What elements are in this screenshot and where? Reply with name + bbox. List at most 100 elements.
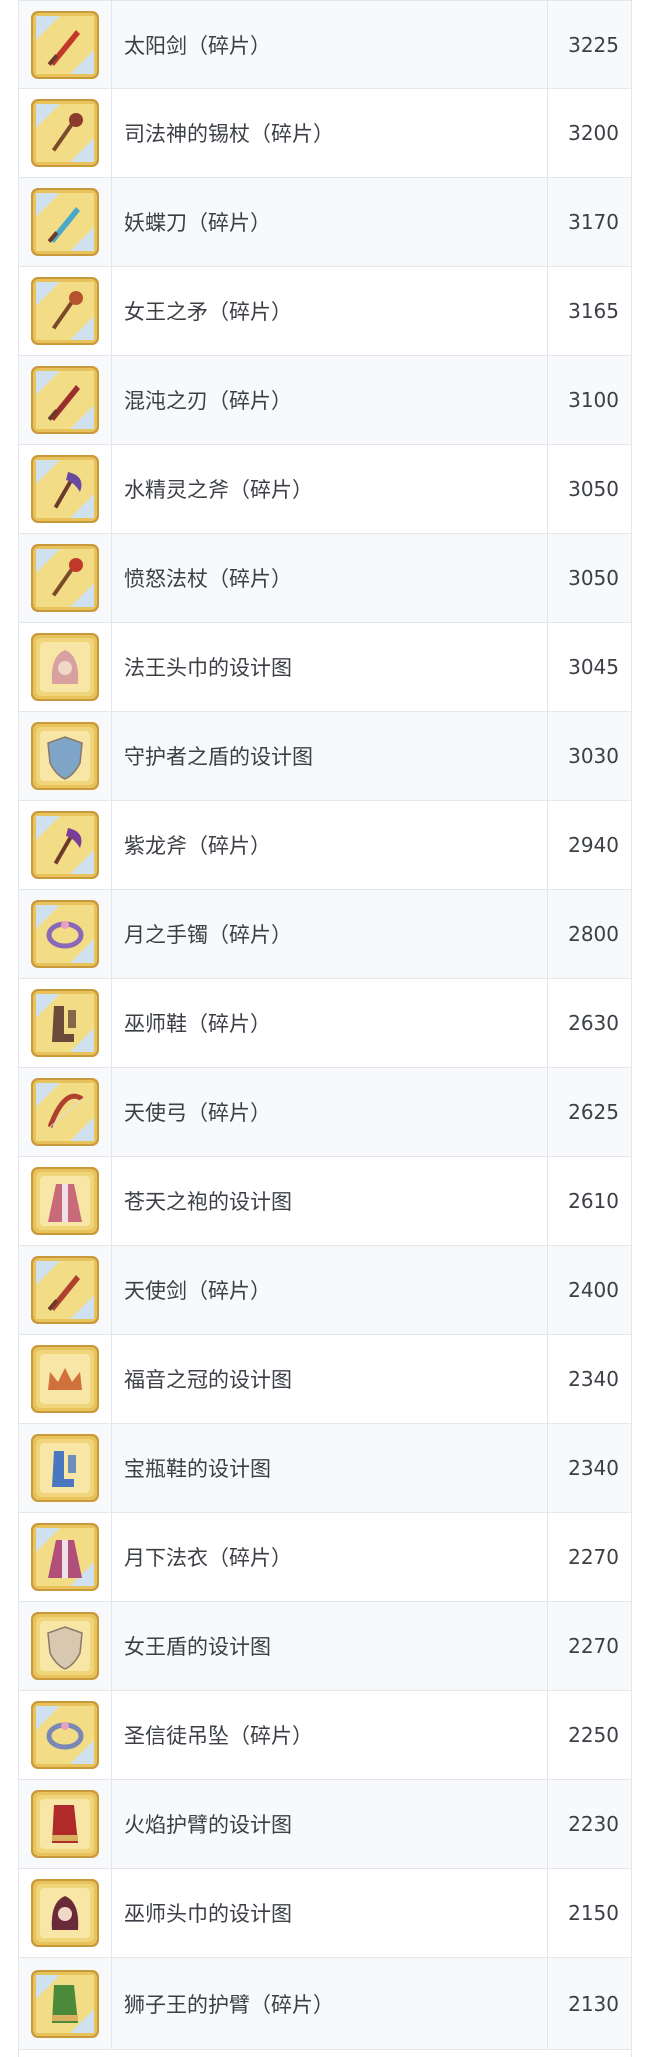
item-icon-cell [19,1513,112,1601]
gauntlet-shard-icon [31,1969,99,2038]
item-name: 天使剑（碎片） [112,1246,548,1334]
spear-shard-icon [31,277,99,345]
item-icon-cell [19,1602,112,1690]
item-value: 2630 [568,1011,619,1035]
robe-shard-icon [31,1523,99,1591]
item-name: 妖蝶刀（碎片） [112,178,548,266]
item-icon-cell [19,1958,112,2049]
bracelet-shard-icon [31,900,99,968]
axe-shard-icon [31,811,99,879]
item-name: 司法神的锡杖（碎片） [112,89,548,177]
item-name: 女王盾的设计图 [112,1602,548,1690]
item-value: 3225 [568,32,619,57]
table-row[interactable]: 圣信徒吊坠（碎片） 2250 [19,1691,631,1780]
item-value: 2150 [568,1901,619,1925]
item-value: 2230 [568,1812,619,1836]
item-icon-cell [19,1691,112,1779]
axe-shard-icon [31,455,99,523]
item-value: 3030 [568,744,619,768]
table-row[interactable]: 妖蝶刀（碎片） 3170 [19,178,631,267]
table-row[interactable]: 天使剑（碎片） 2400 [19,1246,631,1335]
item-value: 2340 [568,1456,619,1480]
item-name: 紫龙斧（碎片） [112,801,548,889]
pendant-shard-icon [31,1701,99,1769]
table-row[interactable]: 法王头巾的设计图 3045 [19,623,631,712]
table-row[interactable]: 守护者之盾的设计图 3030 [19,712,631,801]
scepter-shard-icon [31,99,99,167]
item-name: 天使弓（碎片） [112,1068,548,1156]
item-icon-cell [19,1246,112,1334]
table-row[interactable]: 苍天之袍的设计图 2610 [19,1157,631,1246]
item-value: 2270 [568,1545,619,1569]
item-icon-cell [19,712,112,800]
item-name: 太阳剑（碎片） [112,1,548,88]
item-name: 混沌之刃（碎片） [112,356,548,444]
item-name: 愤怒法杖（碎片） [112,534,548,622]
staff-shard-icon [31,544,99,612]
hood-blueprint-icon [31,1879,99,1947]
item-icon-cell [19,534,112,622]
item-icon-cell [19,890,112,978]
item-icon-cell [19,445,112,533]
item-icon-cell [19,1335,112,1423]
shield-blueprint-icon [31,722,99,790]
item-name: 火焰护臂的设计图 [112,1780,548,1868]
gauntlet-blueprint-icon [31,1790,99,1858]
crown-blueprint-icon [31,1345,99,1413]
item-name: 女王之矛（碎片） [112,267,548,355]
table-row[interactable]: 月下法衣（碎片） 2270 [19,1513,631,1602]
item-value: 2625 [568,1100,619,1124]
table-row[interactable]: 月之手镯（碎片） 2800 [19,890,631,979]
sword-shard-icon [31,1256,99,1324]
table-row[interactable]: 巫师头巾的设计图 2150 [19,1869,631,1958]
item-value: 2130 [568,1991,619,2016]
item-icon-cell [19,1,112,88]
table-row[interactable]: 女王盾的设计图 2270 [19,1602,631,1691]
item-icon-cell [19,801,112,889]
item-value: 2610 [568,1189,619,1213]
item-icon-cell [19,979,112,1067]
table-row[interactable]: 紫龙斧（碎片） 2940 [19,801,631,890]
table-row[interactable]: 水精灵之斧（碎片） 3050 [19,445,631,534]
item-value: 2400 [568,1278,619,1302]
item-name: 巫师鞋（碎片） [112,979,548,1067]
table-row[interactable]: 宝瓶鞋的设计图 2340 [19,1424,631,1513]
table-row[interactable]: 司法神的锡杖（碎片） 3200 [19,89,631,178]
table-row[interactable]: 女王之矛（碎片） 3165 [19,267,631,356]
boots-shard-icon [31,989,99,1057]
item-name: 法王头巾的设计图 [112,623,548,711]
table-row[interactable]: 混沌之刃（碎片） 3100 [19,356,631,445]
item-value: 2940 [568,833,619,857]
item-value: 3100 [568,388,619,412]
table-row[interactable]: 太阳剑（碎片） 3225 [19,0,631,89]
table-row[interactable]: 巫师鞋（碎片） 2630 [19,979,631,1068]
item-icon-cell [19,1157,112,1245]
item-icon-cell [19,267,112,355]
item-icon-cell [19,1424,112,1512]
item-icon-cell [19,178,112,266]
item-icon-cell [19,1068,112,1156]
table-row[interactable]: 福音之冠的设计图 2340 [19,1335,631,1424]
item-value: 2250 [568,1723,619,1747]
item-name: 苍天之袍的设计图 [112,1157,548,1245]
item-name: 月之手镯（碎片） [112,890,548,978]
item-value: 3165 [568,299,619,323]
item-value: 3200 [568,121,619,145]
table-row[interactable]: 天使弓（碎片） 2625 [19,1068,631,1157]
item-name: 圣信徒吊坠（碎片） [112,1691,548,1779]
item-name: 福音之冠的设计图 [112,1335,548,1423]
item-value: 2800 [568,922,619,946]
sword-shard-icon [31,10,99,79]
table-row[interactable]: 狮子王的护臂（碎片） 2130 [19,1958,631,2050]
blade-shard-icon [31,188,99,256]
robe-blueprint-icon [31,1167,99,1235]
item-icon-cell [19,356,112,444]
table-row[interactable]: 愤怒法杖（碎片） 3050 [19,534,631,623]
item-value: 3170 [568,210,619,234]
item-name: 狮子王的护臂（碎片） [112,1958,548,2049]
item-icon-cell [19,623,112,711]
item-icon-cell [19,89,112,177]
item-value: 3050 [568,566,619,590]
table-row[interactable]: 火焰护臂的设计图 2230 [19,1780,631,1869]
boots-blueprint-icon [31,1434,99,1502]
